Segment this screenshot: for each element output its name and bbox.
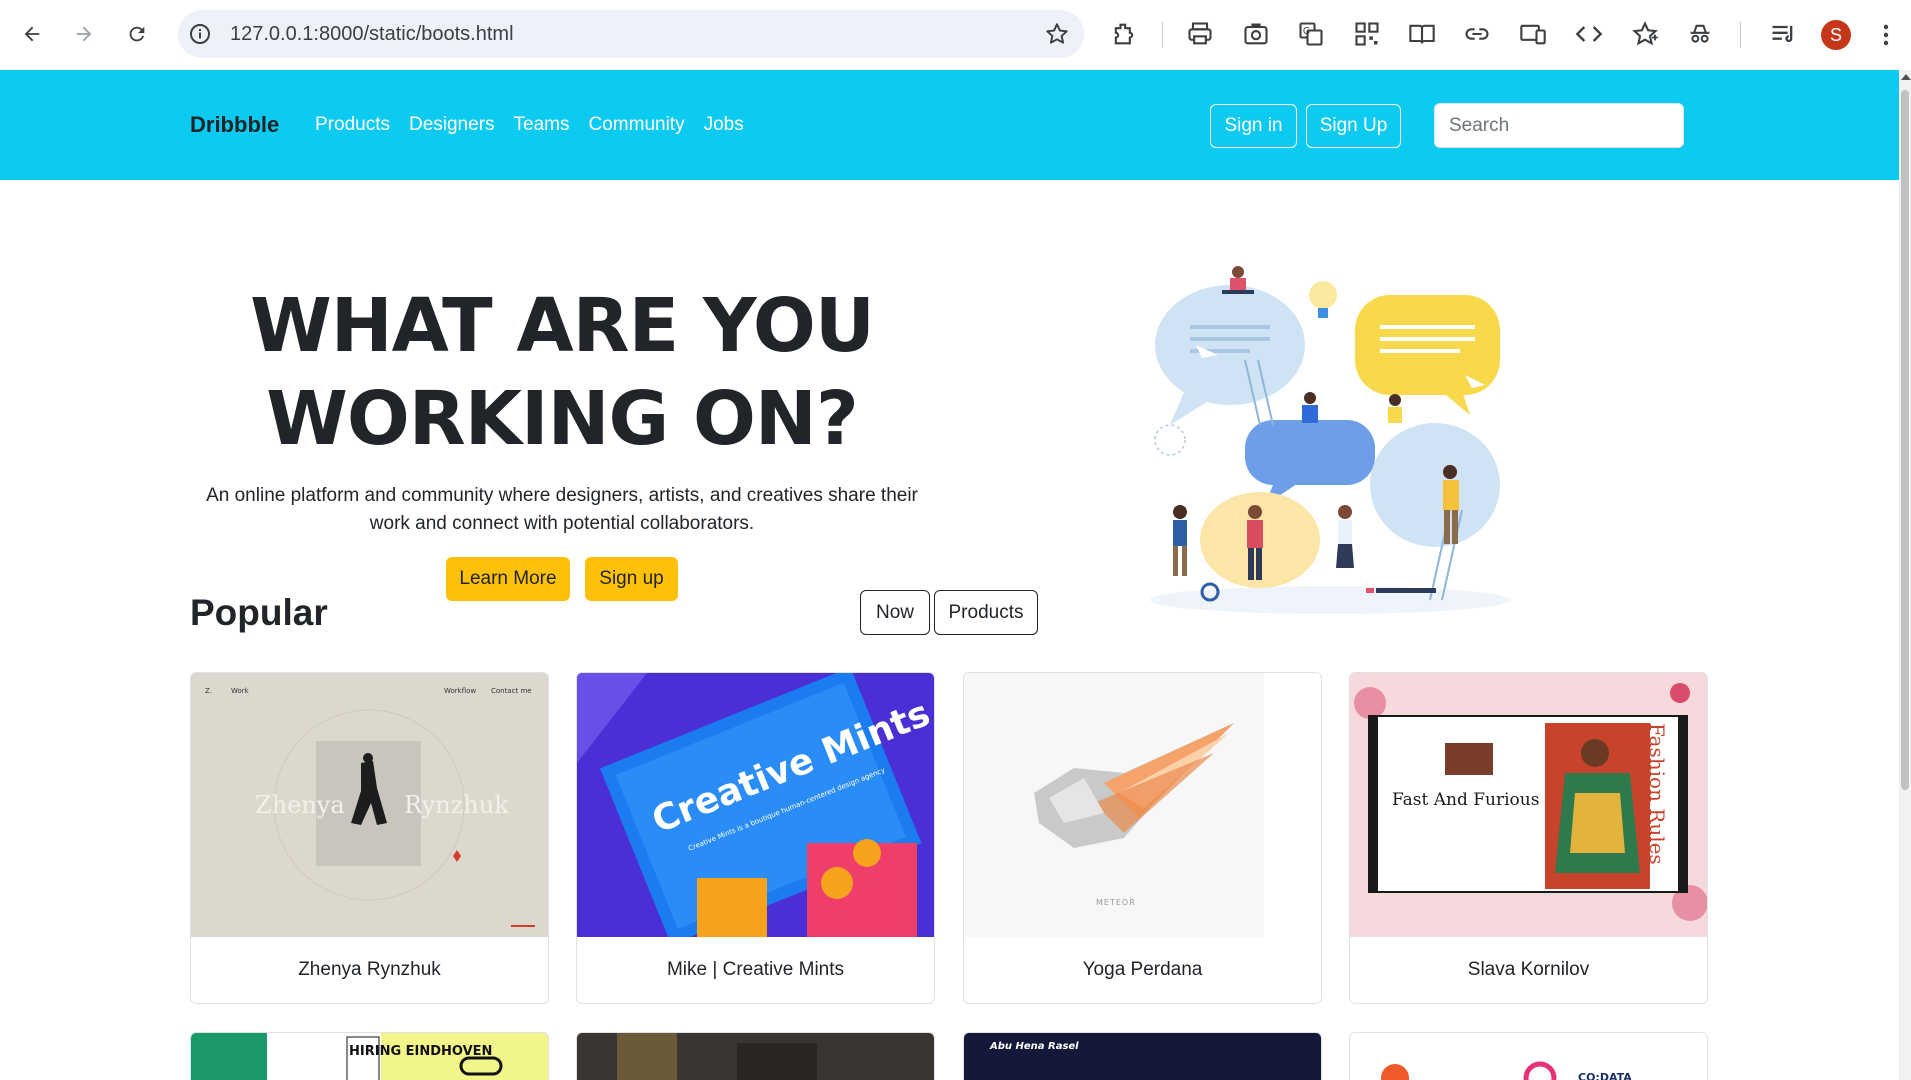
brand-logo[interactable]: Dribbble <box>190 112 279 138</box>
site-info-icon[interactable] <box>188 22 212 46</box>
screenshot-icon[interactable] <box>1242 20 1270 48</box>
shot-image[interactable]: Z. Work Workflow Contact me Zhenya Rynzh… <box>191 673 548 937</box>
browser-toolbar: 127.0.0.1:8000/static/boots.html G S <box>0 0 1911 70</box>
hero-title-line-2: WORKING ON? <box>266 376 859 462</box>
url-text[interactable]: 127.0.0.1:8000/static/boots.html <box>230 23 514 46</box>
toolbar-separator <box>1740 22 1741 48</box>
hero-title-line-1: WHAT ARE YOU <box>250 283 875 369</box>
print-icon[interactable] <box>1186 20 1214 48</box>
extensions-icon[interactable] <box>1110 20 1138 48</box>
sign-up-button[interactable]: Sign Up <box>1306 104 1401 148</box>
shot-card[interactable]: Fast And Furious Facial Fashion Rules Sl… <box>1349 672 1708 1004</box>
scroll-up-arrow[interactable] <box>1901 74 1911 80</box>
filter-now-button[interactable]: Now <box>860 590 930 635</box>
nav-link-products[interactable]: Products <box>315 114 390 136</box>
hero-title: WHAT ARE YOU WORKING ON? <box>190 280 934 466</box>
search-input[interactable]: Search <box>1434 103 1684 148</box>
card-image-nav-contact: Contact me <box>491 687 532 695</box>
card-image-nav-work: Work <box>231 687 250 695</box>
shot-card[interactable]: METEOR Yoga Perdana <box>963 672 1322 1004</box>
card-image-text-codata: CO:DATA <box>1578 1071 1632 1080</box>
profile-avatar[interactable]: S <box>1821 20 1851 50</box>
shot-card-title[interactable]: Mike | Creative Mints <box>577 959 934 981</box>
shot-card[interactable]: Abu Hena Rasel <box>963 1032 1322 1080</box>
hero-sign-up-button[interactable]: Sign up <box>585 557 678 601</box>
site-navbar: Dribbble Products Designers Teams Commun… <box>0 70 1899 180</box>
nav-link-jobs[interactable]: Jobs <box>704 114 744 136</box>
reading-mode-icon[interactable] <box>1408 20 1436 48</box>
card-image-text-meteor: METEOR <box>1096 898 1136 907</box>
hero-description: An online platform and community where d… <box>206 485 918 534</box>
menu-kebab-icon[interactable] <box>1876 20 1896 50</box>
hero-illustration <box>1140 250 1520 620</box>
bookmark-star-icon[interactable] <box>1044 21 1070 47</box>
sign-in-button[interactable]: Sign in <box>1210 104 1297 148</box>
card-image-text-abu-hena: Abu Hena Rasel <box>989 1041 1079 1052</box>
shot-card[interactable]: HIRING EINDHOVEN <box>190 1032 549 1080</box>
nav-links: Products Designers Teams Community Jobs <box>315 114 744 136</box>
shot-card[interactable] <box>576 1032 935 1080</box>
shot-image[interactable]: METEOR <box>964 673 1321 937</box>
shot-card-title[interactable]: Zhenya Rynzhuk <box>191 959 548 981</box>
shot-card[interactable]: Creative Mints Creative Mints is a bouti… <box>576 672 935 1004</box>
learn-more-button[interactable]: Learn More <box>446 557 570 601</box>
popular-heading: Popular <box>190 592 328 633</box>
reload-icon[interactable] <box>120 17 154 51</box>
card-image-nav-z: Z. <box>205 687 212 695</box>
card-image-nav-workflow: Workflow <box>444 687 476 695</box>
media-queue-icon[interactable] <box>1769 20 1797 48</box>
card-image-text-fashion-rules: Fashion Rules <box>1645 723 1669 865</box>
device-icon[interactable] <box>1519 20 1547 48</box>
toolbar-separator <box>1162 22 1163 48</box>
incognito-icon[interactable] <box>1686 20 1714 48</box>
shot-image[interactable]: Fast And Furious Facial Fashion Rules <box>1350 673 1707 937</box>
translate-icon[interactable]: G <box>1297 20 1325 48</box>
nav-link-teams[interactable]: Teams <box>514 114 570 136</box>
shot-card-title[interactable]: Yoga Perdana <box>964 959 1321 981</box>
nav-link-designers[interactable]: Designers <box>409 114 495 136</box>
shot-card-title[interactable]: Slava Kornilov <box>1350 959 1707 981</box>
favorites-icon[interactable] <box>1631 20 1659 48</box>
svg-text:G: G <box>1303 26 1310 37</box>
link-icon[interactable] <box>1463 20 1491 48</box>
filter-products-button[interactable]: Products <box>934 590 1038 635</box>
nav-link-community[interactable]: Community <box>589 114 685 136</box>
shot-card[interactable]: CO:DATA <box>1349 1032 1708 1080</box>
scrollbar-thumb[interactable] <box>1901 90 1909 790</box>
shot-image[interactable]: Creative Mints Creative Mints is a bouti… <box>577 673 934 937</box>
address-bar[interactable]: 127.0.0.1:8000/static/boots.html <box>178 10 1084 58</box>
forward-arrow-icon[interactable] <box>67 17 101 51</box>
code-icon[interactable] <box>1575 20 1603 48</box>
back-arrow-icon[interactable] <box>15 17 49 51</box>
card-image-text-left: Zhenya <box>255 791 345 819</box>
shot-card[interactable]: Z. Work Workflow Contact me Zhenya Rynzh… <box>190 672 549 1004</box>
qr-code-icon[interactable] <box>1353 20 1381 48</box>
card-image-text-right: Rynzhuk <box>404 791 509 819</box>
